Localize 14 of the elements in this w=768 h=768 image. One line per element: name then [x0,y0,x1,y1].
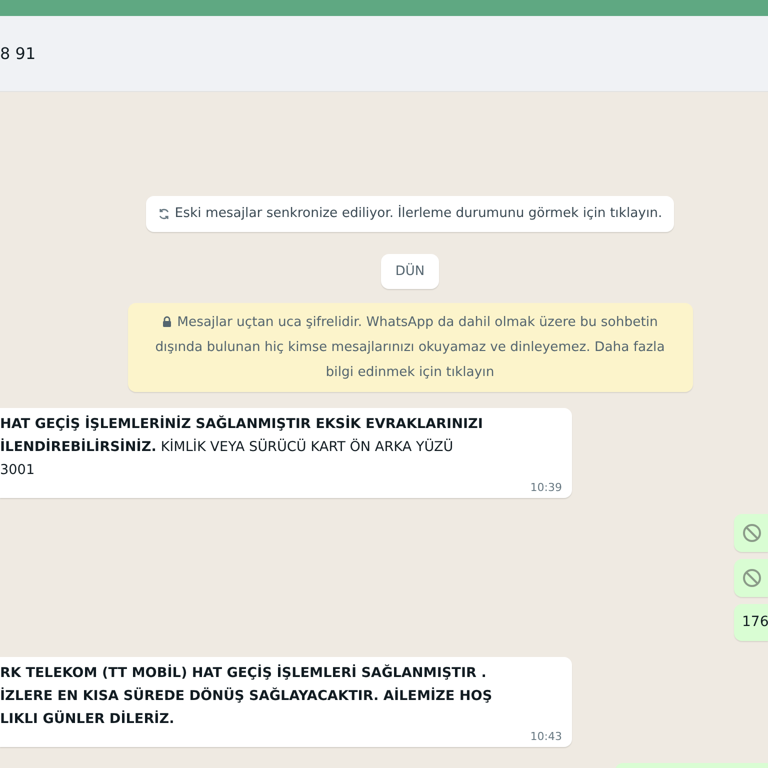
message-time: 10:39 [530,481,562,494]
sync-icon [158,208,170,220]
message-text: RK TELEKOM (TT MOBİL) HAT GEÇİŞ İŞLEMLERİ SAĞLANMIŞTIR . İZLERE EN KISA SÜREDE DÖNÜŞ SAĞLAYACAKTIR. AİLEMİZE HOŞ LIKLI GÜNLER DİLERİZ. [0,663,494,730]
message-text: HAT GEÇİŞ İŞLEMLERİNİZ SAĞLANMIŞTIR EKSİK EVRAKLARINIZI İLENDİREBİLİRSİNİZ. KİMLİK VEYA SÜRÜCÜ KART ÖN ARKA YÜZÜ 3001 [0,414,484,480]
contact-name[interactable]: 8 91 [0,42,36,66]
encryption-notice[interactable]: Mesajlar uçtan uca şifrelidir. WhatsApp da dahil olmak üzere bu sohbetin dışında bulunan hiç kimse mesajlarınızı okuyamaz ve dinleyemez. Daha fazla bilgi edinmek için tıklayın [128,303,692,392]
sync-notice-text: Eski mesajlar senkronize ediliyor. İlerleme durumunu görmek için tıklayın. [174,204,662,223]
message-time: 10:43 [530,730,562,744]
lock-icon [162,316,172,328]
date-chip: DÜN [381,254,439,290]
message-text: 176 [742,613,768,632]
sync-notice[interactable]: Eski mesajlar senkronize ediliyor. İlerleme durumunu görmek için tıklayın. [146,196,674,232]
prohibited-icon [742,523,762,544]
prohibited-icon [742,568,762,588]
